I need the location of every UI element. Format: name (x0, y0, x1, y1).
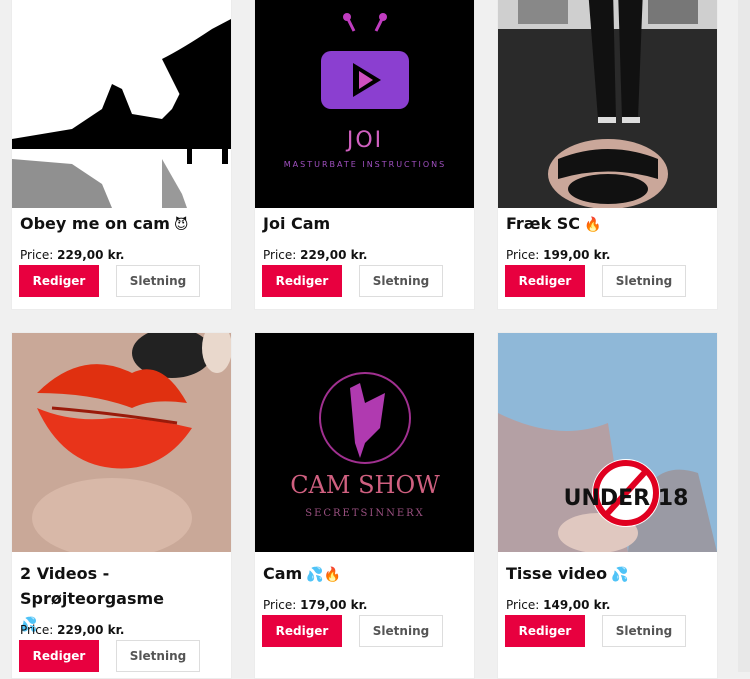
product-card: JOI MASTURBATE INSTRUCTIONS Joi Cam Pric… (254, 0, 475, 310)
product-price: Price: 179,00 kr. (263, 598, 367, 612)
under-18-text: UNDER 18 (564, 486, 689, 511)
product-card: UNDER 18 Tisse video 💦 Price: 149,00 kr. … (497, 332, 718, 679)
product-card: Obey me on cam 😈 Price: 229,00 kr. Redige… (11, 0, 232, 310)
fire-icon: 🔥 (584, 217, 602, 233)
price-value: 229,00 kr. (57, 623, 125, 637)
price-label: Price: (263, 598, 297, 612)
edit-button[interactable]: Rediger (262, 265, 342, 297)
product-thumbnail[interactable] (498, 0, 717, 208)
joi-logo-text: JOI (345, 128, 383, 153)
product-price: Price: 199,00 kr. (506, 248, 610, 262)
edit-button[interactable]: Rediger (505, 615, 585, 647)
product-thumbnail[interactable]: JOI MASTURBATE INSTRUCTIONS (255, 0, 474, 208)
product-title-text[interactable]: Obey me on cam (20, 214, 170, 233)
product-price: Price: 229,00 kr. (20, 248, 124, 262)
product-title-text[interactable]: Cam (263, 564, 302, 583)
edit-button[interactable]: Rediger (19, 640, 99, 672)
edit-button[interactable]: Rediger (262, 615, 342, 647)
edit-button[interactable]: Rediger (19, 265, 99, 297)
product-card: Fræk SC 🔥 Price: 199,00 kr. Rediger Sletn… (497, 0, 718, 310)
price-value: 149,00 kr. (543, 598, 611, 612)
devil-icon: 😈 (173, 217, 189, 233)
product-thumbnail[interactable]: UNDER 18 (498, 333, 717, 552)
product-price: Price: 229,00 kr. (20, 623, 124, 637)
delete-button[interactable]: Sletning (359, 615, 443, 647)
delete-button[interactable]: Sletning (359, 265, 443, 297)
product-title[interactable]: Joi Cam (263, 211, 468, 238)
price-label: Price: (506, 598, 540, 612)
product-thumbnail[interactable] (12, 0, 231, 208)
joi-logo-subtext: MASTURBATE INSTRUCTIONS (284, 160, 447, 169)
delete-button[interactable]: Sletning (116, 265, 200, 297)
product-title-text[interactable]: Fræk SC (506, 214, 580, 233)
price-label: Price: (263, 248, 297, 262)
delete-button[interactable]: Sletning (602, 615, 686, 647)
product-title[interactable]: Obey me on cam 😈 (20, 211, 225, 238)
product-thumbnail[interactable] (12, 333, 231, 552)
price-label: Price: (506, 248, 540, 262)
product-card: 2 Videos - Sprøjteorgasme 💦 Price: 229,00… (11, 332, 232, 679)
product-card: CAM SHOW SECRETSINNERX Cam 💦🔥 Price: 179,… (254, 332, 475, 679)
cam-show-text: CAM SHOW (290, 471, 440, 499)
product-price: Price: 229,00 kr. (263, 248, 367, 262)
product-title[interactable]: Fræk SC 🔥 (506, 211, 711, 238)
price-value: 179,00 kr. (300, 598, 368, 612)
edit-button[interactable]: Rediger (505, 265, 585, 297)
price-label: Price: (20, 248, 54, 262)
product-thumbnail[interactable]: CAM SHOW SECRETSINNERX (255, 333, 474, 552)
price-value: 229,00 kr. (300, 248, 368, 262)
price-value: 229,00 kr. (57, 248, 125, 262)
droplets-icon: 💦 (611, 567, 629, 583)
droplets-fire-icon: 💦🔥 (306, 567, 342, 583)
price-label: Price: (20, 623, 54, 637)
delete-button[interactable]: Sletning (602, 265, 686, 297)
scrollbar[interactable] (738, 0, 750, 672)
product-price: Price: 149,00 kr. (506, 598, 610, 612)
cam-show-subtext: SECRETSINNERX (305, 508, 425, 519)
price-value: 199,00 kr. (543, 248, 611, 262)
product-title-text[interactable]: 2 Videos - Sprøjteorgasme (20, 564, 164, 608)
product-title[interactable]: Cam 💦🔥 (263, 561, 468, 588)
product-title-text[interactable]: Joi Cam (263, 214, 330, 233)
delete-button[interactable]: Sletning (116, 640, 200, 672)
product-title-text[interactable]: Tisse video (506, 564, 607, 583)
product-title[interactable]: Tisse video 💦 (506, 561, 711, 588)
